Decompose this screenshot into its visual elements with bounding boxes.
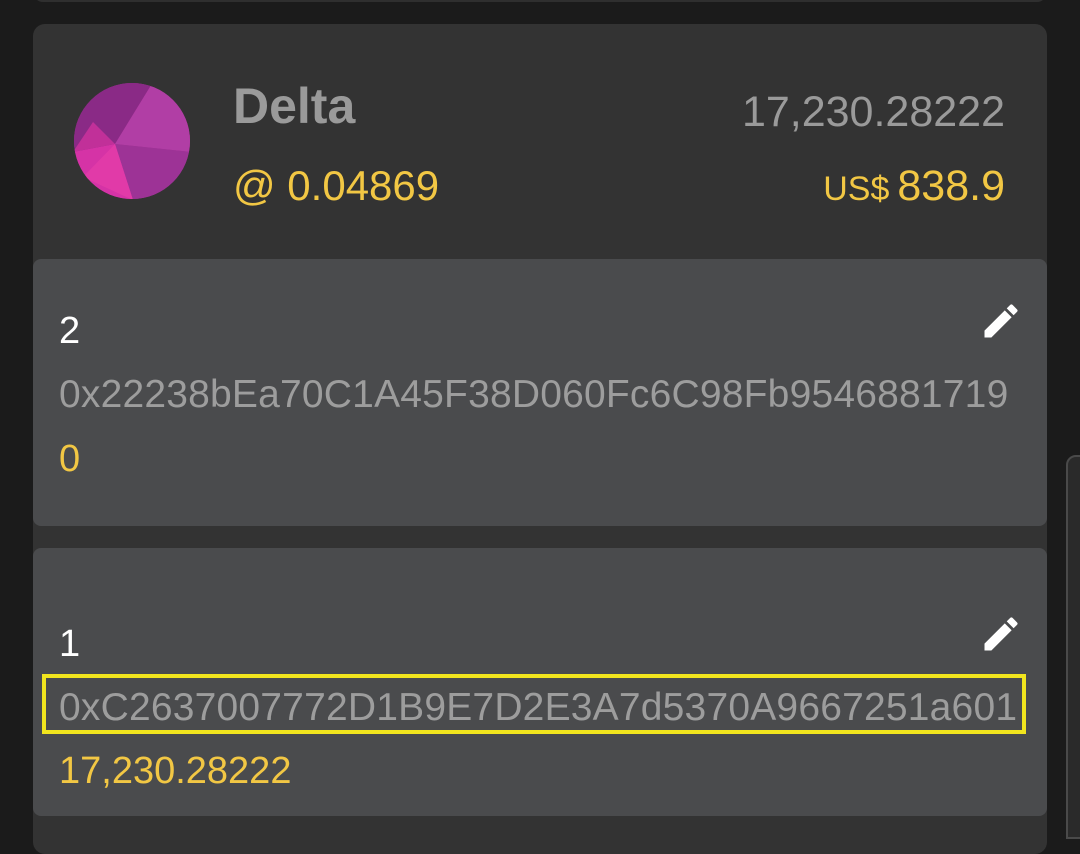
token-name: Delta: [233, 78, 356, 134]
token-fiat-value: US$ 838.9: [823, 160, 1005, 222]
address-card[interactable]: 2 0x22238bEa70C1A45F38D060Fc6C98Fb954688…: [33, 259, 1047, 526]
wallet-address[interactable]: 0xC2637007772D1B9E7D2E3A7d5370A9667251a6…: [59, 684, 1017, 732]
pencil-icon[interactable]: [979, 299, 1023, 343]
address-balance: 17,230.28222: [59, 750, 292, 792]
address-balance: 0: [59, 438, 81, 480]
address-label: 2: [59, 310, 81, 352]
fiat-amount: 838.9: [897, 162, 1005, 210]
token-balance: 17,230.28222: [741, 88, 1005, 136]
token-card: Delta @ 0.04869 17,230.28222 US$ 838.9 2 …: [33, 24, 1047, 854]
delta-token-logo-icon: [74, 83, 190, 199]
fiat-currency: US$: [823, 170, 890, 208]
token-header[interactable]: Delta @ 0.04869 17,230.28222 US$ 838.9: [33, 24, 1047, 260]
wallet-address[interactable]: 0x22238bEa70C1A45F38D060Fc6C98Fb95468817…: [59, 371, 1008, 419]
previous-card-edge: [33, 0, 1047, 2]
scroll-edge: [1066, 455, 1080, 839]
token-price: @ 0.04869: [233, 162, 440, 209]
address-card[interactable]: 1 0xC2637007772D1B9E7D2E3A7d5370A9667251…: [33, 548, 1047, 816]
address-label: 1: [59, 623, 81, 665]
pencil-icon[interactable]: [979, 612, 1023, 656]
